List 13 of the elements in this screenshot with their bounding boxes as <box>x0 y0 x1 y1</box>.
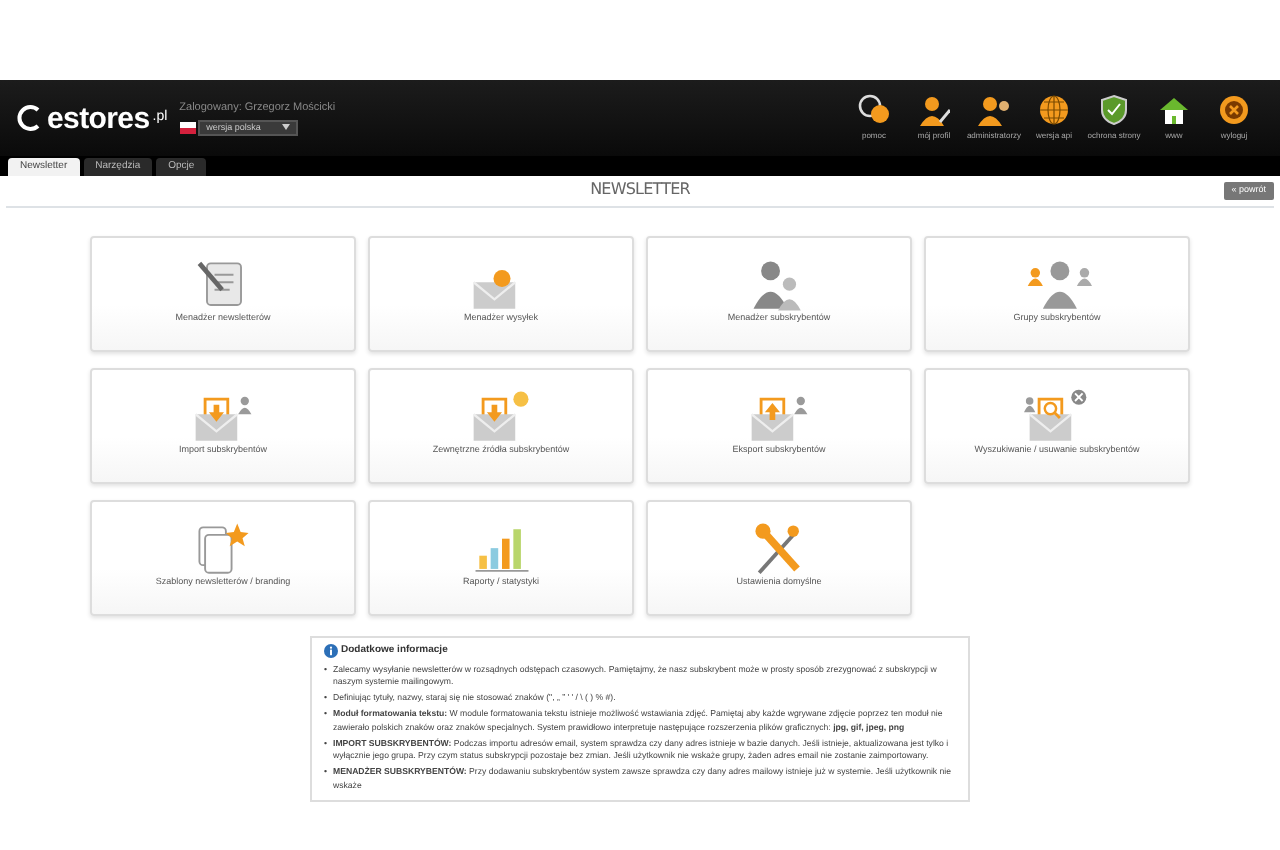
page-title: NEWSLETTER <box>590 178 690 203</box>
user-icon[interactable] <box>918 94 950 127</box>
help-icon[interactable] <box>858 94 890 127</box>
users-icon[interactable] <box>978 94 1010 127</box>
info-icon <box>324 643 338 658</box>
shield-icon[interactable] <box>1098 94 1130 127</box>
home-icon[interactable] <box>1158 94 1190 127</box>
caret-icon <box>282 124 291 131</box>
logout-icon[interactable] <box>1218 94 1250 127</box>
logo-icon <box>16 104 44 132</box>
globe-icon[interactable] <box>1038 94 1070 127</box>
logo-text: estores <box>47 103 150 133</box>
flag-icon <box>179 121 196 134</box>
